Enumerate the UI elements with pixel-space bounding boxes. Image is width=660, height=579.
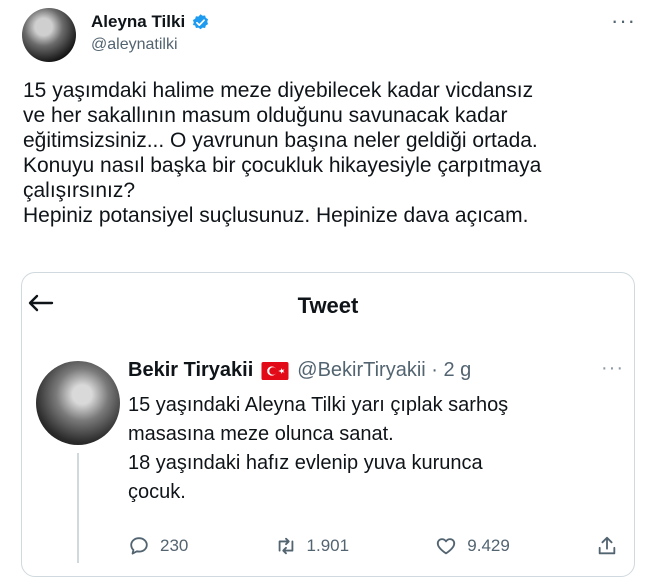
author-name-line: Aleyna Tilki [91,12,210,32]
more-icon[interactable]: ··· [611,8,636,34]
share-button[interactable] [596,535,618,557]
retweet-button[interactable]: 1.901 [275,535,350,557]
tweet-text: 15 yaşımdaki halime meze diyebilecek kad… [23,79,542,227]
reply-button[interactable]: 230 [128,535,188,557]
thread-line [77,453,79,563]
author-handle[interactable]: @aleynatilki [91,36,178,54]
quoted-tweet-card[interactable]: Tweet Bekir Tiryakii @BekirTiryakii · 2 … [21,272,635,577]
page-title: Tweet [297,293,359,318]
quote-more-icon[interactable]: ··· [601,357,624,380]
like-count: 9.429 [467,536,510,555]
share-icon [598,536,616,555]
author-avatar[interactable] [22,8,76,62]
author-display-name[interactable]: Aleyna Tilki [91,12,185,32]
quote-author-avatar[interactable] [36,361,120,445]
action-bar: 230 1.901 9.429 [128,535,618,557]
quote-author-handle-time[interactable]: @BekirTiryakii · 2 g [297,359,471,382]
retweet-icon [278,537,293,555]
turkey-flag-icon [261,361,289,380]
quote-header: Bekir Tiryakii @BekirTiryakii · 2 g [128,359,471,382]
like-icon [437,538,456,555]
verified-badge-icon [193,13,209,29]
quote-text: 15 yaşındaki Aleyna Tilki yarı çıplak sa… [128,394,509,503]
retweet-count: 1.901 [306,536,350,555]
reply-count: 230 [160,536,189,555]
like-button[interactable]: 9.429 [435,535,510,557]
reply-icon [130,537,148,555]
quote-author-name[interactable]: Bekir Tiryakii [128,359,253,382]
